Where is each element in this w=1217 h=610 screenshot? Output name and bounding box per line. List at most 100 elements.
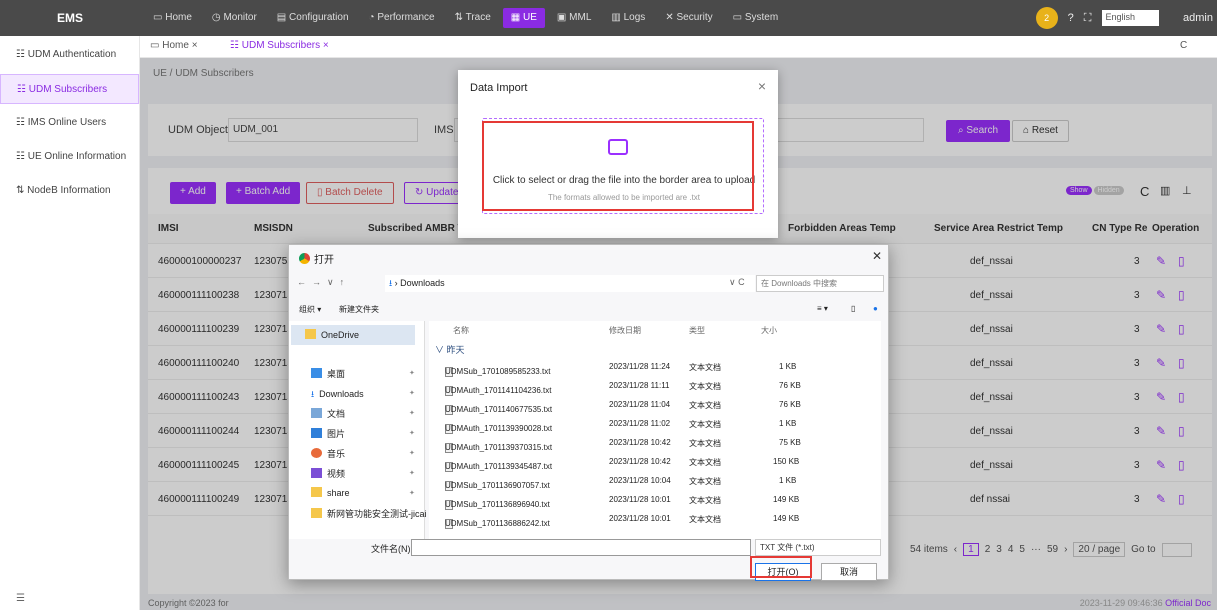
folder-icon	[305, 329, 316, 339]
file-row[interactable]: UDMSub_1701089585233.txt 2023/11/28 11:24…	[429, 357, 881, 377]
file-row[interactable]: UDMAuth_1701139390028.txt 2023/11/28 11:0…	[429, 414, 881, 434]
sidebar-item-udm-subscribers[interactable]: ☷ UDM Subscribers	[0, 74, 139, 104]
close-icon[interactable]: ×	[758, 78, 766, 94]
sidebar-item-ims-online-users[interactable]: ☷ IMS Online Users	[0, 108, 139, 138]
security-icon: ✕	[665, 12, 677, 23]
home-icon: ▭	[153, 12, 166, 23]
pin-icon: ✦	[409, 470, 415, 477]
nav-performance[interactable]: ◔ Performance	[361, 8, 443, 28]
pin-icon: ✦	[409, 390, 415, 397]
file-list: 名称 修改日期 类型 大小 ∨ 昨天 UDMSub_1701089585233.…	[429, 321, 881, 539]
close-icon[interactable]: ×	[192, 40, 198, 51]
help-icon[interactable]: ●	[873, 304, 878, 313]
file-row[interactable]: UDMSub_1701136896940.txt 2023/11/28 10:01…	[429, 490, 881, 510]
tab-udm-subscribers[interactable]: ☷ UDM Subscribers ×	[230, 40, 329, 51]
trace-icon: ⇅	[16, 185, 28, 196]
language-select[interactable]: English	[1101, 10, 1160, 26]
filetype-select[interactable]: TXT 文件 (*.txt)	[755, 539, 881, 556]
fullscreen-icon[interactable]: ⛶	[1084, 12, 1092, 25]
file-row[interactable]: UDMAuth_1701140677535.txt 2023/11/28 11:0…	[429, 395, 881, 415]
main-nav: ▭ Home ◷ Monitor ▤ Configuration ◔ Perfo…	[145, 8, 786, 28]
highlight-box	[482, 121, 754, 211]
nav-security[interactable]: ✕ Security	[657, 8, 720, 28]
sidebar: ☷ UDM Authentication ☷ UDM Subscribers ☷…	[0, 36, 140, 610]
nav-mml[interactable]: ▣ MML	[549, 8, 599, 28]
monitor-icon: ◷	[211, 12, 224, 23]
notification-bell-icon[interactable]: 2	[1035, 7, 1058, 29]
music-icon	[311, 448, 322, 458]
udm-icon: ☷	[230, 40, 242, 51]
col-date[interactable]: 修改日期	[609, 325, 641, 336]
path-bar[interactable]: ⭳ › Downloads	[385, 275, 755, 292]
nav-configuration[interactable]: ▤ Configuration	[269, 8, 357, 28]
home-icon: ▭	[150, 40, 163, 51]
col-size[interactable]: 大小	[761, 325, 777, 336]
tab-home[interactable]: ▭ Home ×	[150, 40, 198, 51]
nav-desktop[interactable]: 桌面	[311, 367, 345, 380]
topbar-right: 2 ? ⛶ English admin	[1035, 0, 1217, 36]
documents-icon	[311, 408, 322, 418]
file-open-dialog: 打开 ✕ ←→∨↑ ⭳ › Downloads ∨ C 在 Downloads …	[288, 244, 890, 581]
collapse-sidebar-icon[interactable]: ☰	[16, 593, 25, 604]
file-row[interactable]: UDMAuth_1701139345487.txt 2023/11/28 10:4…	[429, 452, 881, 472]
refresh-icon[interactable]: C	[1180, 40, 1187, 51]
pin-icon: ✦	[409, 370, 415, 377]
pictures-icon	[311, 428, 322, 438]
file-row[interactable]: UDMAuth_1701139370315.txt 2023/11/28 10:4…	[429, 433, 881, 453]
user-name[interactable]: admin	[1183, 12, 1213, 24]
group-header[interactable]: ∨ 昨天	[435, 343, 465, 356]
file-row[interactable]: UDMSub_1701136886242.txt 2023/11/28 10:01…	[429, 509, 881, 529]
new-folder-button[interactable]: 新建文件夹	[339, 304, 379, 315]
highlight-box	[750, 556, 812, 578]
close-icon[interactable]: ✕	[872, 249, 882, 263]
nav-documents[interactable]: 文档	[311, 407, 345, 420]
nav-ue[interactable]: ▦ UE	[502, 8, 545, 28]
system-icon: ▭	[732, 12, 745, 23]
file-list-header: 名称 修改日期 类型 大小	[429, 321, 881, 339]
address-row: ←→∨↑ ⭳ › Downloads ∨ C 在 Downloads 中搜索	[289, 271, 890, 295]
nav-system[interactable]: ▭ System	[725, 8, 787, 28]
nav-videos[interactable]: 视频	[311, 467, 345, 480]
organize-button[interactable]: 组织 ▾	[299, 304, 321, 315]
config-icon: ▤	[276, 12, 290, 23]
nav-pictures[interactable]: 图片	[311, 427, 345, 440]
preview-pane-icon[interactable]: ▯	[851, 304, 855, 313]
nav-logs[interactable]: ▥ Logs	[603, 8, 653, 28]
udm-icon: ☷	[16, 117, 28, 128]
nav-trace[interactable]: ⇅ Trace	[447, 8, 499, 28]
nav-share[interactable]: share	[311, 487, 350, 498]
folder-icon	[311, 508, 322, 518]
nav-arrows-icon[interactable]: ←→∨↑	[297, 277, 350, 288]
col-name[interactable]: 名称	[453, 325, 469, 336]
col-type[interactable]: 类型	[689, 325, 705, 336]
file-row[interactable]: UDMAuth_1701141104236.txt 2023/11/28 11:1…	[429, 376, 881, 396]
filename-input[interactable]	[411, 539, 751, 556]
nav-onedrive[interactable]: OneDrive	[291, 325, 415, 345]
cancel-button[interactable]: 取消	[821, 563, 877, 581]
page-tabs: ▭ Home × ☷ UDM Subscribers × C	[140, 36, 1217, 58]
nav-monitor[interactable]: ◷ Monitor	[204, 8, 265, 28]
nav-music[interactable]: 音乐	[311, 447, 345, 460]
sidebar-item-ue-online-information[interactable]: ☷ UE Online Information	[0, 142, 139, 172]
file-row[interactable]: UDMSub_1701136907057.txt 2023/11/28 10:04…	[429, 471, 881, 491]
pin-icon: ✦	[409, 430, 415, 437]
nav-jicai-folder[interactable]: 新网管功能安全测试-jicai	[311, 507, 427, 520]
chrome-icon	[299, 253, 310, 264]
top-bar: EMS ▭ Home ◷ Monitor ▤ Configuration ◔ P…	[0, 0, 1217, 36]
help-icon[interactable]: ?	[1068, 12, 1074, 24]
close-icon[interactable]: ×	[323, 40, 329, 51]
download-icon: ⭳	[311, 389, 315, 399]
udm-icon: ☷	[17, 84, 29, 95]
sidebar-item-nodeb-information[interactable]: ⇅ NodeB Information	[0, 176, 139, 206]
refresh-icon[interactable]: ∨ C	[729, 277, 745, 288]
trace-icon: ⇅	[454, 12, 466, 23]
app-logo: EMS	[56, 11, 83, 25]
nav-downloads[interactable]: ⭳ Downloads	[311, 387, 364, 403]
sidebar-item-udm-authentication[interactable]: ☷ UDM Authentication	[0, 40, 139, 70]
modal-title: Data Import	[470, 82, 528, 94]
desktop-icon	[311, 368, 322, 378]
nav-home[interactable]: ▭ Home	[145, 8, 200, 28]
navigation-pane: OneDrive 桌面 ⭳ Downloads 文档 图片 音乐 视频 share…	[289, 321, 427, 539]
view-options-icon[interactable]: ≡ ▾	[817, 304, 828, 313]
search-input[interactable]: 在 Downloads 中搜索	[756, 275, 884, 292]
